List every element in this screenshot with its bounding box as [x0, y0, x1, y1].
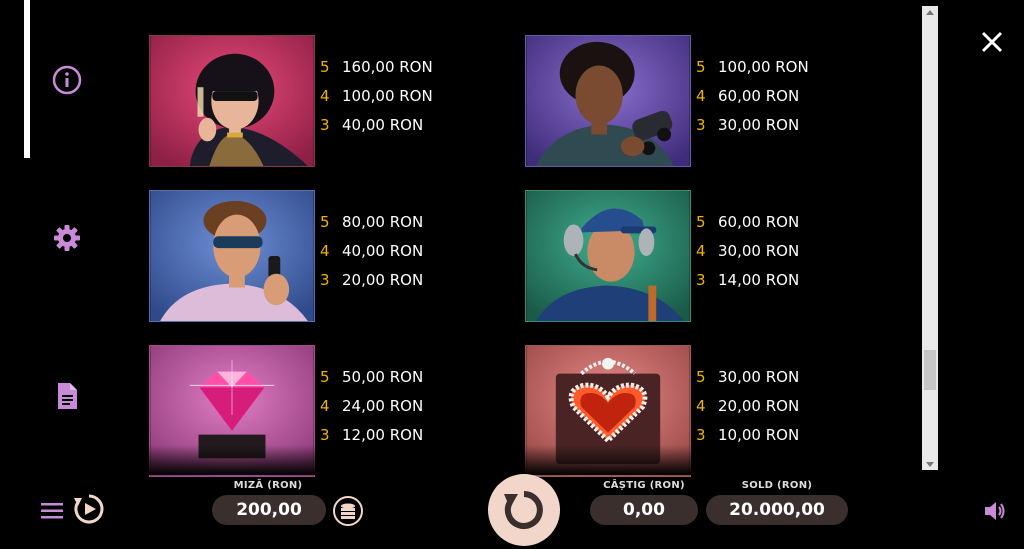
- payout-row: 5 60,00 RON: [696, 213, 836, 242]
- payout-row: 4 20,00 RON: [696, 397, 836, 426]
- payout-value: 40,00 RON: [342, 242, 424, 260]
- payout-value: 14,00 RON: [718, 271, 800, 289]
- payout-count: 4: [320, 242, 330, 260]
- payouts-man-phone: 5 80,00 RON 4 40,00 RON 3 20,00 RON: [320, 213, 460, 300]
- spin-icon: [504, 491, 543, 529]
- balance-label: SOLD (RON): [741, 480, 813, 491]
- payout-count: 4: [696, 397, 706, 415]
- payout-row: 5 30,00 RON: [696, 368, 836, 397]
- payout-value: 30,00 RON: [718, 368, 800, 386]
- settings-button[interactable]: [48, 219, 86, 257]
- info-button[interactable]: [48, 61, 86, 99]
- sound-icon[interactable]: [982, 498, 1008, 524]
- payout-value: 24,00 RON: [342, 397, 424, 415]
- payout-count: 4: [320, 397, 330, 415]
- payout-count: 5: [320, 368, 330, 386]
- payout-row: 4 40,00 RON: [320, 242, 460, 271]
- close-icon: [981, 31, 1003, 53]
- balance-value: 20.000,00: [706, 495, 848, 525]
- content-fade: [140, 445, 720, 475]
- gear-icon: [54, 225, 80, 251]
- coins-icon[interactable]: [332, 495, 364, 527]
- symbol-man-phone: [149, 190, 315, 322]
- payout-count: 4: [696, 242, 706, 260]
- payout-row: 3 30,00 RON: [696, 116, 836, 145]
- payout-row: 4 100,00 RON: [320, 87, 460, 116]
- payout-row: 4 30,00 RON: [696, 242, 836, 271]
- payout-value: 30,00 RON: [718, 242, 800, 260]
- payout-count: 3: [696, 426, 706, 444]
- payout-count: 3: [320, 426, 330, 444]
- bet-value[interactable]: 200,00: [212, 495, 326, 525]
- payout-row: 5 160,00 RON: [320, 58, 460, 87]
- payout-value: 100,00 RON: [342, 87, 433, 105]
- spin-button[interactable]: [488, 474, 560, 546]
- payout-row: 5 100,00 RON: [696, 58, 836, 87]
- payout-value: 30,00 RON: [718, 116, 800, 134]
- payout-row: 4 60,00 RON: [696, 87, 836, 116]
- menu-icon[interactable]: [40, 500, 66, 522]
- payout-value: 80,00 RON: [342, 213, 424, 231]
- payout-value: 10,00 RON: [718, 426, 800, 444]
- payout-value: 50,00 RON: [342, 368, 424, 386]
- payout-count: 3: [696, 116, 706, 134]
- payouts-pink-diamond: 5 50,00 RON 4 24,00 RON 3 12,00 RON: [320, 368, 460, 455]
- autoplay-icon[interactable]: [72, 492, 106, 526]
- payout-count: 5: [696, 368, 706, 386]
- payouts-man-binoculars: 5 100,00 RON 4 60,00 RON 3 30,00 RON: [696, 58, 836, 145]
- chevron-down-icon: [926, 461, 934, 467]
- payout-count: 3: [696, 271, 706, 289]
- scroll-thumb[interactable]: [924, 350, 936, 390]
- payout-row: 5 50,00 RON: [320, 368, 460, 397]
- payout-count: 4: [320, 87, 330, 105]
- scroll-up-arrow[interactable]: [922, 6, 938, 18]
- close-button[interactable]: [978, 28, 1006, 56]
- payout-row: 4 24,00 RON: [320, 397, 460, 426]
- scrollbar[interactable]: [922, 6, 938, 470]
- document-icon: [58, 383, 77, 409]
- symbol-woman-sunglasses: [149, 35, 315, 167]
- payout-count: 5: [320, 213, 330, 231]
- payout-count: 3: [320, 116, 330, 134]
- payout-value: 20,00 RON: [718, 397, 800, 415]
- payout-count: 5: [320, 58, 330, 76]
- payout-count: 3: [320, 271, 330, 289]
- payout-value: 60,00 RON: [718, 213, 800, 231]
- payout-count: 4: [696, 87, 706, 105]
- payouts-man-headset: 5 60,00 RON 4 30,00 RON 3 14,00 RON: [696, 213, 836, 300]
- payout-value: 160,00 RON: [342, 58, 433, 76]
- payout-row: 3 14,00 RON: [696, 271, 836, 300]
- symbol-man-headset: [525, 190, 691, 322]
- scroll-down-arrow[interactable]: [922, 458, 938, 470]
- payouts-heart-jewel: 5 30,00 RON 4 20,00 RON 3 10,00 RON: [696, 368, 836, 455]
- payout-row: 3 40,00 RON: [320, 116, 460, 145]
- info-icon: [52, 65, 82, 95]
- symbol-man-binoculars: [525, 35, 691, 167]
- payout-row: 3 20,00 RON: [320, 271, 460, 300]
- payout-value: 20,00 RON: [342, 271, 424, 289]
- payout-value: 100,00 RON: [718, 58, 809, 76]
- win-label: CÂȘTIG (RON): [603, 480, 685, 491]
- payouts-woman-sunglasses: 5 160,00 RON 4 100,00 RON 3 40,00 RON: [320, 58, 460, 145]
- payout-value: 40,00 RON: [342, 116, 424, 134]
- rules-button[interactable]: [48, 377, 86, 415]
- win-value: 0,00: [590, 495, 698, 525]
- payout-value: 12,00 RON: [342, 426, 424, 444]
- chevron-up-icon: [926, 9, 934, 15]
- payout-count: 5: [696, 213, 706, 231]
- bet-label: MIZĂ (RON): [233, 480, 303, 491]
- payout-row: 5 80,00 RON: [320, 213, 460, 242]
- payout-value: 60,00 RON: [718, 87, 800, 105]
- sidebar-active-indicator: [24, 0, 30, 158]
- payout-count: 5: [696, 58, 706, 76]
